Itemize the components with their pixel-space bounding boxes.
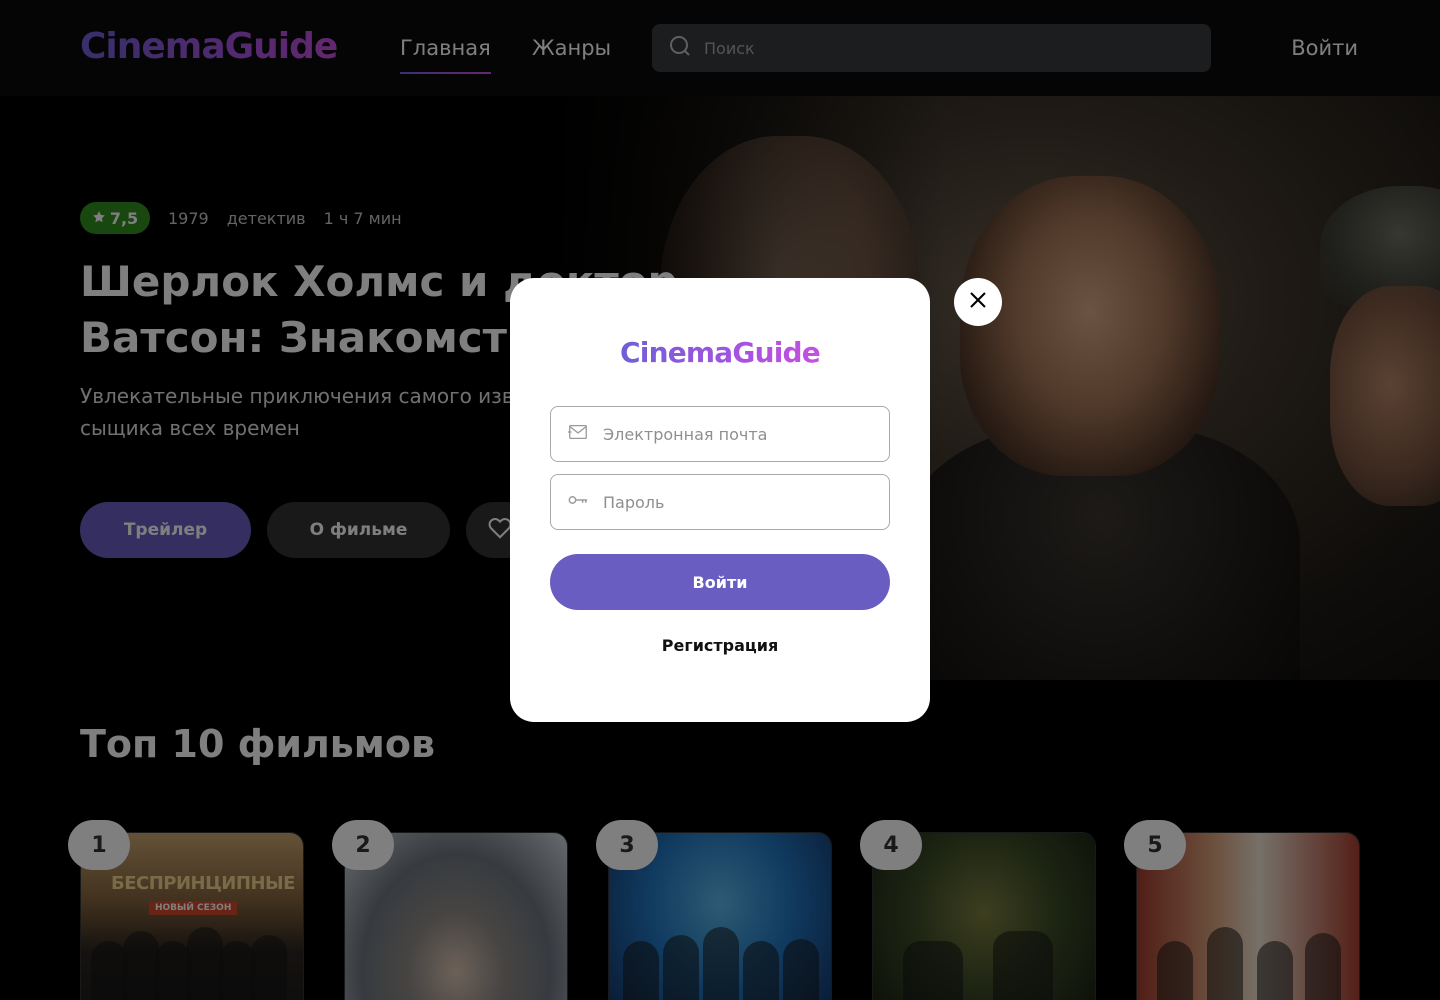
password-field[interactable] (550, 474, 890, 530)
login-submit-button[interactable]: Войти (550, 554, 890, 610)
key-icon (567, 489, 589, 515)
envelope-icon (567, 421, 589, 447)
email-input[interactable] (603, 424, 873, 444)
close-icon (966, 288, 990, 316)
login-modal: CinemaGuide Войти Регистрация (510, 278, 930, 722)
modal-logo: CinemaGuide (620, 336, 821, 369)
password-input[interactable] (603, 492, 873, 512)
close-modal-button[interactable] (954, 278, 1002, 326)
email-field[interactable] (550, 406, 890, 462)
register-link[interactable]: Регистрация (510, 636, 930, 655)
